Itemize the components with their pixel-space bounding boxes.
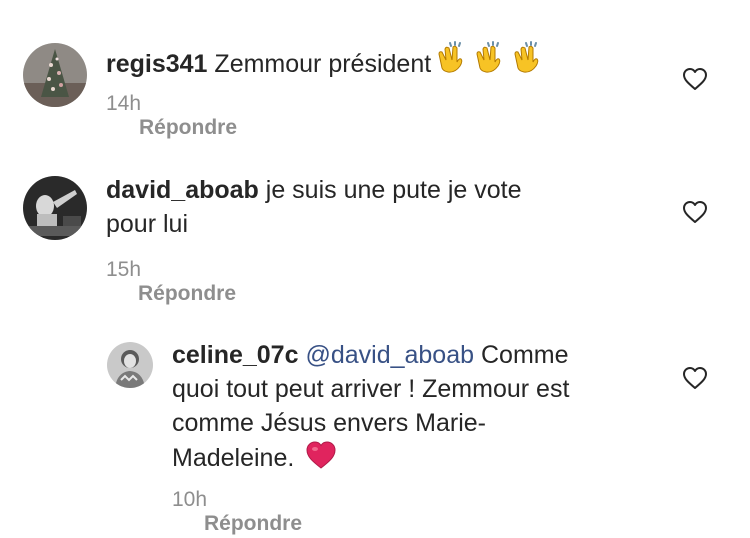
comment-text: celine_07c @david_aboab Comme quoi tout … [172,338,652,479]
comment-body: Comme [480,341,569,369]
comment-meta: 14h Répondre [106,92,237,140]
clapping-hands-emoji [471,40,507,85]
comment-body: je suis une pute je vote [265,176,522,204]
comment-line: pour lui [106,210,188,238]
comment-line: Madeleine. [172,440,652,479]
comment-line: celine_07c @david_aboab Comme [172,338,652,372]
timestamp: 15h [106,258,142,281]
username[interactable]: david_aboab [106,176,259,204]
comment-meta: 10h Répondre [172,488,302,536]
heart-outline-icon[interactable] [682,67,708,91]
comment-body: Madeleine. [172,444,295,472]
avatar-celine_07c[interactable] [107,342,153,388]
avatar-regis341[interactable] [23,43,87,107]
heart-outline-icon[interactable] [682,366,708,390]
red-heart-emoji [305,440,337,479]
username[interactable]: regis341 [106,50,207,78]
username[interactable]: celine_07c [172,341,299,369]
comment-meta: 15h Répondre [106,258,236,306]
comment-line: david_aboab je suis une pute je vote [106,173,666,207]
clapping-hands-emoji [509,40,545,85]
comment-text: regis341 Zemmour président [106,40,666,85]
comment-body: Zemmour président [214,50,432,78]
timestamp: 10h [172,488,208,511]
comment-line: quoi tout peut arriver ! Zemmour est [172,375,570,403]
reply-button[interactable]: Répondre [204,512,302,536]
timestamp: 14h [106,92,142,115]
reply-button[interactable]: Répondre [139,116,237,140]
clapping-hands-emoji [433,40,469,85]
heart-outline-icon[interactable] [682,200,708,224]
comment-text: david_aboab je suis une pute je vote pou… [106,173,666,241]
avatar-david_aboab[interactable] [23,176,87,240]
reply-button[interactable]: Répondre [138,282,236,306]
comment-line: comme Jésus envers Marie- [172,409,486,437]
mention-link[interactable]: @david_aboab [305,341,474,369]
